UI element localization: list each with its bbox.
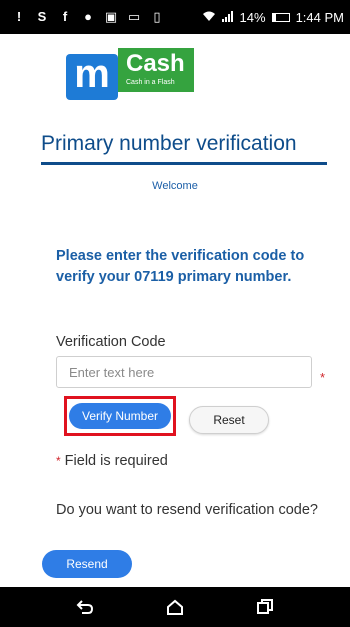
home-icon[interactable] [160, 592, 190, 622]
logo-cash-text: Cash [126, 50, 185, 77]
cast-icon: ▭ [127, 9, 141, 24]
reset-button[interactable]: Reset [189, 406, 269, 434]
verification-code-label: Verification Code [56, 334, 166, 350]
battery-icon [271, 12, 290, 22]
logo-m: m [66, 54, 118, 100]
battery-percent: 14% [239, 9, 266, 25]
instructions-text: Please enter the verification code to ve… [56, 248, 305, 285]
alert-icon: ! [16, 9, 22, 24]
resend-button[interactable]: Resend [42, 550, 132, 578]
navigation-bar [0, 587, 350, 627]
back-icon[interactable] [70, 592, 100, 622]
system-status: 14% 1:44 PM [202, 10, 344, 25]
verify-number-button[interactable]: Verify Number [69, 403, 171, 429]
required-note-star: * [56, 454, 61, 468]
title-divider [41, 162, 327, 165]
verify-button-highlight: Verify Number [64, 396, 176, 436]
wifi-icon [202, 10, 216, 25]
recents-icon[interactable] [250, 592, 280, 622]
required-note-text: Field is required [64, 453, 168, 469]
signal-icon [221, 10, 234, 25]
verification-screen: m Cash Cash in a Flash Primary number ve… [0, 34, 350, 587]
mcash-logo: m Cash Cash in a Flash [54, 44, 196, 106]
messenger-icon: ● [84, 9, 92, 24]
facebook-icon: f [62, 9, 68, 24]
required-star: * [320, 370, 326, 385]
calendar-icon: ▣ [104, 9, 118, 24]
page-title: Primary number verification [41, 132, 297, 155]
notification-icons: ! S f ● ▣ ▭ ▯ [12, 10, 164, 24]
logo-cash: Cash Cash in a Flash [118, 48, 194, 92]
welcome-text: Welcome [152, 180, 198, 192]
clock: 1:44 PM [295, 9, 344, 25]
skype-icon: S [37, 9, 47, 24]
required-note: * Field is required [56, 453, 168, 469]
status-bar: ! S f ● ▣ ▭ ▯ 14% 1:44 PM [0, 0, 350, 34]
resend-question: Do you want to resend verification code? [56, 502, 318, 518]
logo-tagline: Cash in a Flash [126, 79, 175, 86]
verification-code-input[interactable] [56, 356, 312, 388]
vibrate-icon: ▯ [153, 9, 161, 24]
